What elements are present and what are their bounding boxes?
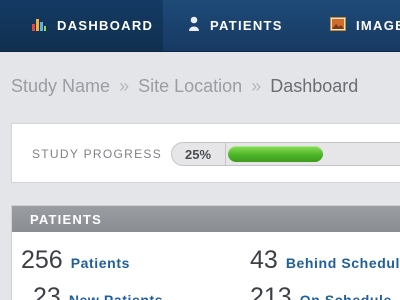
breadcrumb-study-link[interactable]: Study Name (11, 76, 110, 96)
breadcrumb-site-link[interactable]: Site Location (138, 76, 242, 96)
stat-count: 23 (33, 283, 61, 300)
progress-track (228, 146, 400, 162)
dashboard-page: DASHBOARD PATIENTS IMAGES Stud (0, 0, 400, 300)
breadcrumb-separator: » (251, 76, 262, 96)
study-progress-label: STUDY PROGRESS (32, 147, 163, 161)
stat-on-schedule: 213 On Schedule (250, 283, 392, 300)
stat-behind-schedule: 43 Behind Schedule (250, 246, 400, 275)
breadcrumb-separator: » (119, 76, 130, 96)
progress-fill (228, 146, 323, 162)
nav-tab-dashboard[interactable]: DASHBOARD (0, 0, 163, 51)
progress-divider (225, 143, 226, 165)
stat-new-patients: 23 New Patients (33, 283, 163, 300)
study-progress-bar: 25% (171, 142, 400, 166)
breadcrumb: Study Name » Site Location » Dashboard (11, 76, 358, 97)
nav-tab-patients[interactable]: PATIENTS (163, 0, 303, 51)
nav-label-images: IMAGES (356, 18, 400, 33)
stat-link-new-patients[interactable]: New Patients (69, 292, 163, 300)
stat-count: 256 (21, 246, 63, 274)
stat-link-patients[interactable]: Patients (71, 255, 130, 271)
study-progress-card: STUDY PROGRESS 25% (11, 123, 400, 183)
image-icon (330, 17, 346, 34)
stat-count: 43 (250, 246, 278, 274)
study-progress-value: 25% (185, 147, 212, 162)
nav-label-patients: PATIENTS (210, 18, 283, 33)
nav-label-dashboard: DASHBOARD (57, 18, 154, 33)
stat-total-patients: 256 Patients (21, 246, 130, 275)
stat-link-on-schedule[interactable]: On Schedule (300, 292, 392, 300)
stat-count: 213 (250, 283, 292, 300)
stat-link-behind-schedule[interactable]: Behind Schedule (286, 255, 400, 271)
person-icon (188, 16, 200, 35)
nav-tab-images[interactable]: IMAGES (312, 0, 400, 51)
patients-panel-title: PATIENTS (30, 212, 102, 227)
patients-panel-header: PATIENTS (12, 206, 400, 232)
bar-chart-icon (31, 16, 47, 35)
breadcrumb-current: Dashboard (270, 76, 359, 96)
top-navigation: DASHBOARD PATIENTS IMAGES (0, 0, 400, 52)
